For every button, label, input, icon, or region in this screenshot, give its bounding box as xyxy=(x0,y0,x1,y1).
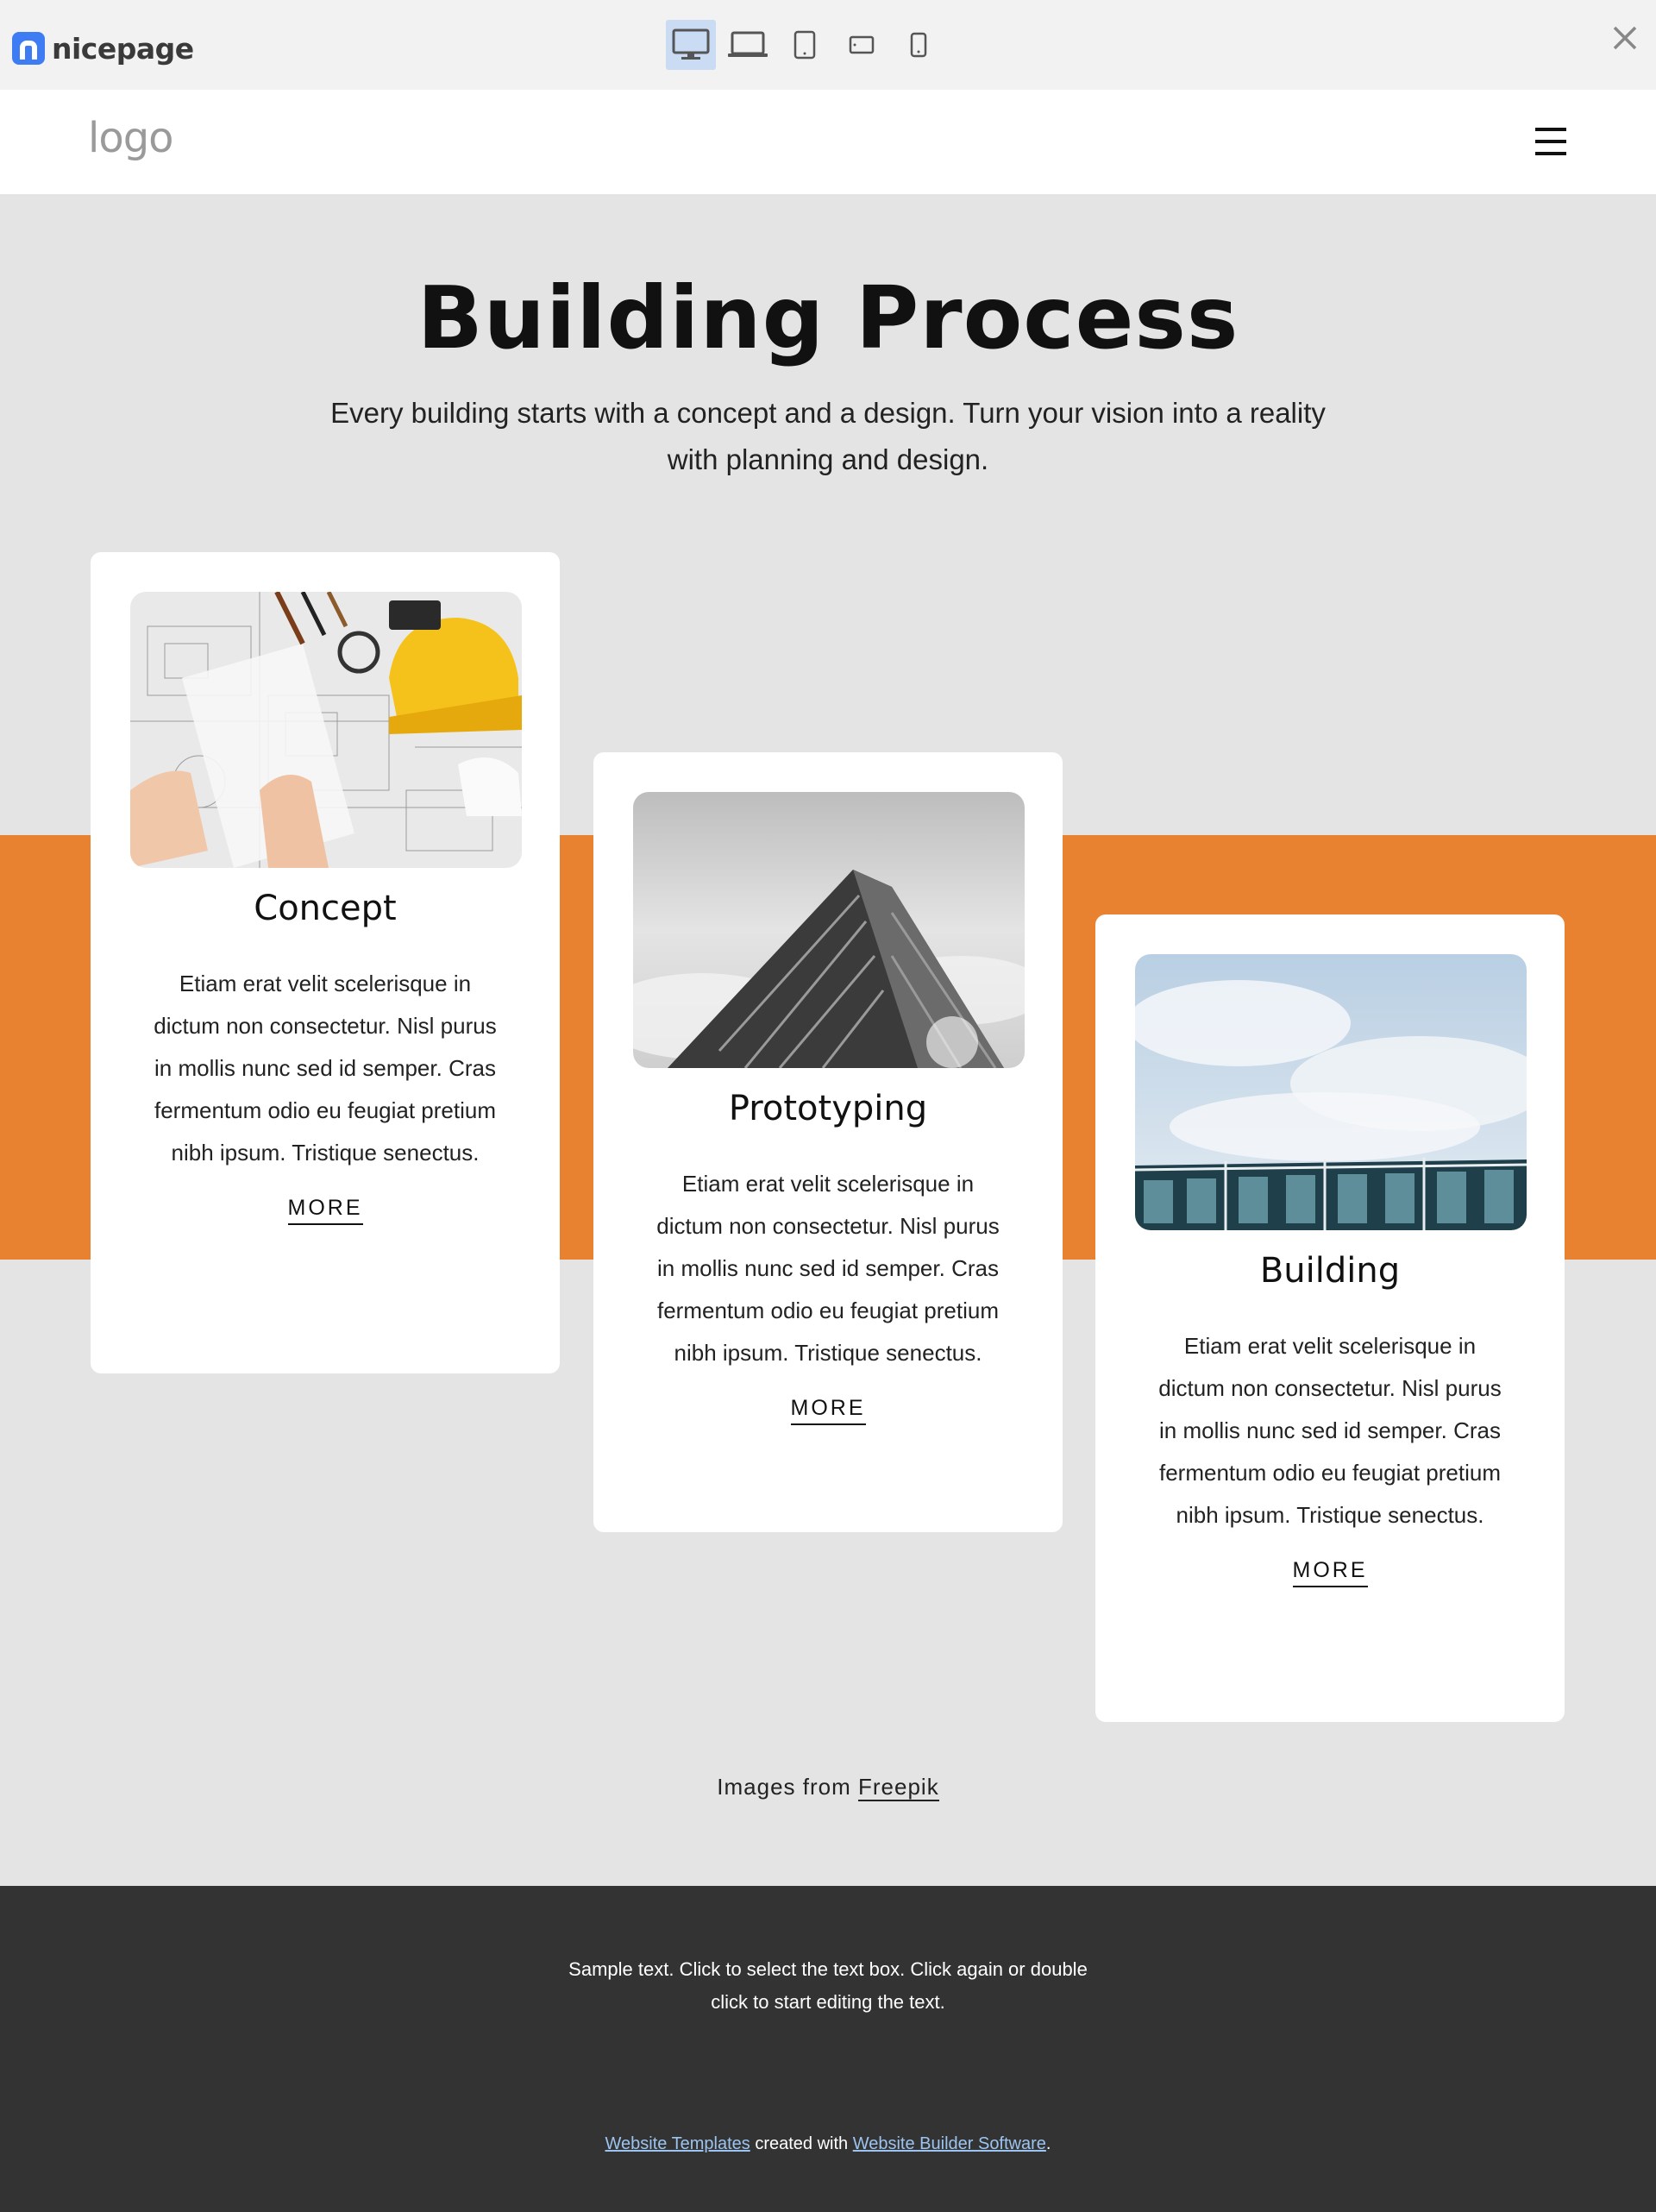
website-templates-link[interactable]: Website Templates xyxy=(605,2134,750,2153)
card-building: Building Etiam erat velit scelerisque in… xyxy=(1095,914,1565,1722)
card-prototyping: Prototyping Etiam erat velit scelerisque… xyxy=(593,752,1063,1532)
concept-image xyxy=(130,592,522,868)
footer-created-with: created with xyxy=(755,2134,849,2153)
footer-period: . xyxy=(1045,2134,1051,2153)
footer-credits: Website Templates created with Website B… xyxy=(0,2134,1656,2154)
desktop-icon xyxy=(672,28,710,60)
card-text: Etiam erat velit scelerisque in dictum n… xyxy=(154,971,497,1166)
card-title: Building xyxy=(1259,1251,1401,1291)
tablet-view-button[interactable] xyxy=(780,20,830,70)
card-text: Etiam erat velit scelerisque in dictum n… xyxy=(1158,1333,1502,1528)
site-footer: Sample text. Click to select the text bo… xyxy=(0,1886,1656,2212)
brand-name: nicepage xyxy=(52,31,194,66)
image-credit: Images from Freepik xyxy=(0,1774,1656,1801)
page-title: Building Process xyxy=(417,267,1239,368)
more-label[interactable]: MORE xyxy=(287,1196,363,1225)
hamburger-menu-icon[interactable] xyxy=(1535,128,1566,155)
phone-view-button[interactable] xyxy=(894,20,944,70)
card-concept: Concept Etiam erat velit scelerisque in … xyxy=(91,552,560,1373)
laptop-icon xyxy=(728,31,768,57)
desktop-view-button[interactable] xyxy=(666,20,716,70)
preview-toolbar: nicepage xyxy=(0,0,1656,90)
device-switcher xyxy=(666,20,950,70)
card-text: Etiam erat velit scelerisque in dictum n… xyxy=(656,1171,1000,1366)
site-logo[interactable]: logo xyxy=(88,114,174,162)
more-button[interactable]: MORE xyxy=(91,1196,560,1225)
card-title: Prototyping xyxy=(728,1089,928,1128)
close-icon[interactable] xyxy=(1609,22,1640,53)
tablet-landscape-icon xyxy=(849,35,875,54)
laptop-view-button[interactable] xyxy=(723,20,773,70)
more-button[interactable]: MORE xyxy=(593,1396,1063,1425)
site-header: logo xyxy=(0,90,1656,194)
card-title: Concept xyxy=(254,889,397,928)
more-button[interactable]: MORE xyxy=(1095,1558,1565,1587)
more-label[interactable]: MORE xyxy=(1292,1558,1368,1587)
freepik-link[interactable]: Freepik xyxy=(858,1774,939,1801)
nicepage-logo-icon xyxy=(12,32,45,65)
credit-prefix: Images from xyxy=(717,1774,851,1800)
phone-icon xyxy=(910,32,927,58)
nicepage-brand[interactable]: nicepage xyxy=(12,31,194,66)
tablet-icon xyxy=(794,30,816,60)
footer-sample-text: Sample text. Click to select the text bo… xyxy=(568,1958,1088,2013)
more-label[interactable]: MORE xyxy=(790,1396,866,1425)
tablet-landscape-view-button[interactable] xyxy=(837,20,887,70)
prototyping-image xyxy=(633,792,1025,1068)
website-builder-link[interactable]: Website Builder Software xyxy=(853,2134,1046,2153)
page-subtitle: Every building starts with a concept and… xyxy=(330,397,1326,475)
building-image xyxy=(1135,954,1527,1230)
